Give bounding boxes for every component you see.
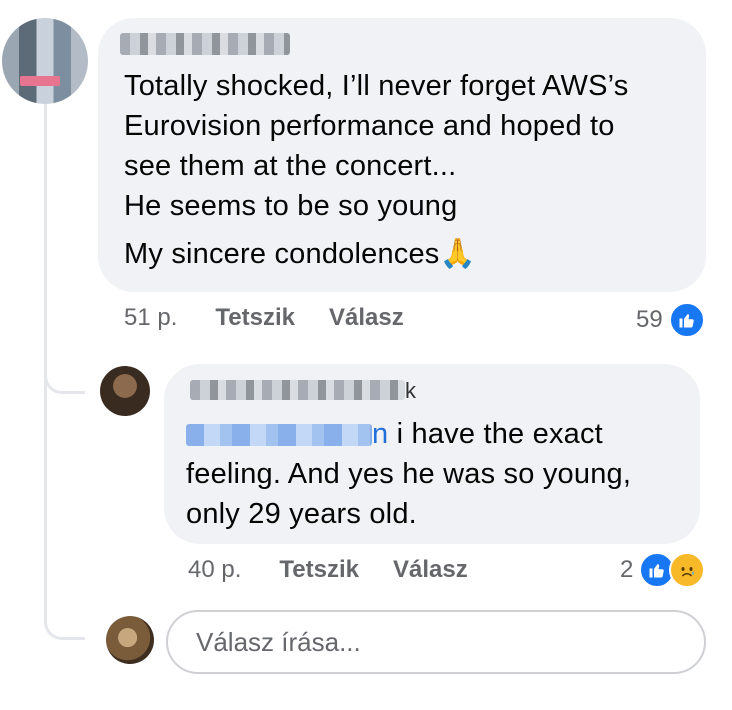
reply-text: n i have the exact feeling. And yes he w… [186,414,686,534]
reply-line-first: n i have the exact [186,414,686,454]
reply-reply-button[interactable]: Válasz [393,556,468,584]
replier-name-blurred[interactable] [190,380,405,400]
reply-actions: 40 p. Tetszik Válasz [188,556,502,584]
comment-line-last: My sincere condolences🙏 [124,234,628,274]
mention-tail[interactable]: n [372,418,388,450]
reply-reactions[interactable]: 2 [620,552,706,588]
comment-timestamp[interactable]: 51 p. [124,304,177,332]
praying-hands-emoji: 🙏 [439,238,476,270]
comment-actions: 51 p. Tetszik Válasz [124,304,438,332]
reaction-count: 59 [636,306,663,333]
commenter-avatar[interactable] [2,18,88,104]
comment-line: My sincere condolences [124,238,440,270]
reply-input[interactable] [194,625,678,659]
reply-line: i have the exact [388,418,603,450]
comment-reactions[interactable]: 59 [636,302,705,338]
like-button[interactable]: Tetszik [215,304,295,332]
comment-line: He seems to be so young [124,190,458,222]
reply-composer[interactable] [166,610,706,674]
mention-tag-blurred[interactable] [186,424,372,446]
like-icon [668,302,705,338]
commenter-name-blurred[interactable] [120,33,290,55]
reply-like-button[interactable]: Tetszik [279,556,359,584]
thread-connector-line [44,88,85,394]
comment-line: Eurovision performance and hoped to [124,110,615,142]
reply-line: feeling. And yes he was so young, [186,458,632,490]
reply-button[interactable]: Válasz [329,304,404,332]
comment-line: Totally shocked, I’ll never forget AWS’s [124,70,629,102]
comment-text: Totally shocked, I’ll never forget AWS’s… [124,66,628,274]
thread-connector-line-composer [44,380,85,640]
current-user-avatar[interactable] [106,616,154,664]
comment-line: see them at the concert... [124,150,457,182]
reply-line: only 29 years old. [186,498,417,530]
replier-name-tail: k [405,378,416,403]
reaction-count: 2 [620,556,634,583]
reply-timestamp[interactable]: 40 p. [188,556,241,584]
sad-icon [669,552,706,588]
replier-avatar[interactable] [100,366,150,416]
